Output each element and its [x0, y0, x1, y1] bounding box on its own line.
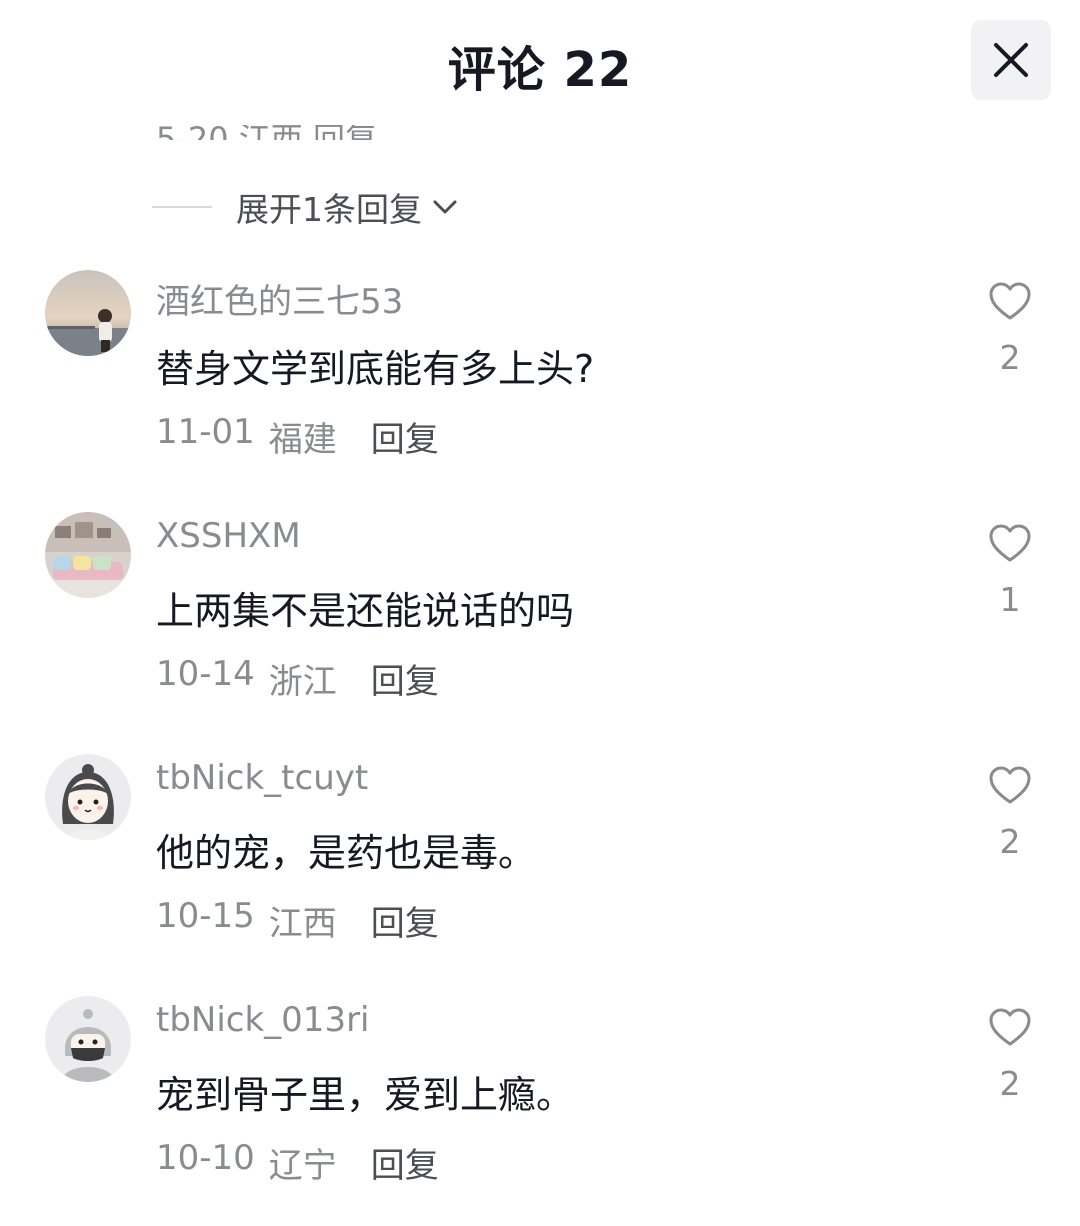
comment-meta: 10-15 江西 回复 — [156, 896, 439, 945]
heart-outline-icon — [989, 524, 1031, 562]
avatar[interactable] — [45, 996, 131, 1082]
like-count: 2 — [999, 338, 1021, 377]
heart-outline-icon — [989, 1008, 1031, 1046]
comment-location: 江西 — [268, 904, 337, 944]
comment-item: 酒红色的三七53 替身文学到底能有多上头? 11-01 福建 回复 2 — [0, 270, 1080, 500]
comment-item: tbNick_tcuyt 他的宠，是药也是毒。 10-15 江西 回复 2 — [0, 754, 1080, 984]
divider-line — [152, 206, 212, 208]
comment-username[interactable]: XSSHXM — [156, 516, 301, 556]
reply-button[interactable]: 回复 — [371, 412, 439, 461]
heart-outline-icon — [989, 766, 1031, 804]
like-button[interactable]: 2 — [980, 764, 1040, 861]
like-count: 2 — [999, 822, 1021, 861]
reply-button[interactable]: 回复 — [371, 896, 439, 945]
comment-location: 福建 — [268, 420, 337, 460]
comment-date: 10-15 — [156, 896, 255, 936]
expand-replies-button[interactable]: 展开1条回复 — [152, 180, 458, 234]
like-button[interactable]: 2 — [980, 280, 1040, 377]
reply-button[interactable]: 回复 — [371, 1138, 439, 1187]
comment-date: 10-14 — [156, 654, 255, 694]
comment-username[interactable]: tbNick_013ri — [156, 1000, 370, 1040]
comment-meta: 10-10 辽宁 回复 — [156, 1138, 439, 1187]
close-icon — [994, 43, 1028, 77]
comment-meta: 11-01 福建 回复 — [156, 412, 439, 461]
comment-text: 上两集不是还能说话的吗 — [156, 589, 575, 633]
avatar[interactable] — [45, 270, 131, 356]
comment-username[interactable]: 酒红色的三七53 — [156, 274, 403, 323]
like-count: 1 — [999, 580, 1021, 619]
like-button[interactable]: 1 — [980, 522, 1040, 619]
like-button[interactable]: 2 — [980, 1006, 1040, 1103]
comment-text: 替身文学到底能有多上头? — [156, 347, 595, 391]
comment-username[interactable]: tbNick_tcuyt — [156, 758, 368, 798]
comment-meta: 10-14 浙江 回复 — [156, 654, 439, 703]
comment-item: XSSHXM 上两集不是还能说话的吗 10-14 浙江 回复 1 — [0, 512, 1080, 742]
comment-location: 浙江 — [268, 662, 337, 702]
heart-outline-icon — [989, 282, 1031, 320]
like-count: 2 — [999, 1064, 1021, 1103]
comment-text: 宠到骨子里，爱到上瘾。 — [156, 1073, 575, 1117]
avatar[interactable] — [45, 754, 131, 840]
comment-date: 11-01 — [156, 412, 255, 452]
avatar[interactable] — [45, 512, 131, 598]
comment-item: tbNick_013ri 宠到骨子里，爱到上瘾。 10-10 辽宁 回复 2 — [0, 996, 1080, 1226]
close-button[interactable] — [971, 20, 1051, 100]
page-title: 评论 22 — [447, 42, 633, 98]
comment-text: 他的宠，是药也是毒。 — [156, 831, 537, 875]
comment-location: 辽宁 — [268, 1146, 337, 1186]
comments-header: 评论 22 — [0, 0, 1080, 125]
comment-date: 10-10 — [156, 1138, 255, 1178]
reply-button[interactable]: 回复 — [371, 654, 439, 703]
expand-replies-label: 展开1条回复 — [236, 190, 422, 229]
chevron-down-icon — [432, 198, 458, 216]
